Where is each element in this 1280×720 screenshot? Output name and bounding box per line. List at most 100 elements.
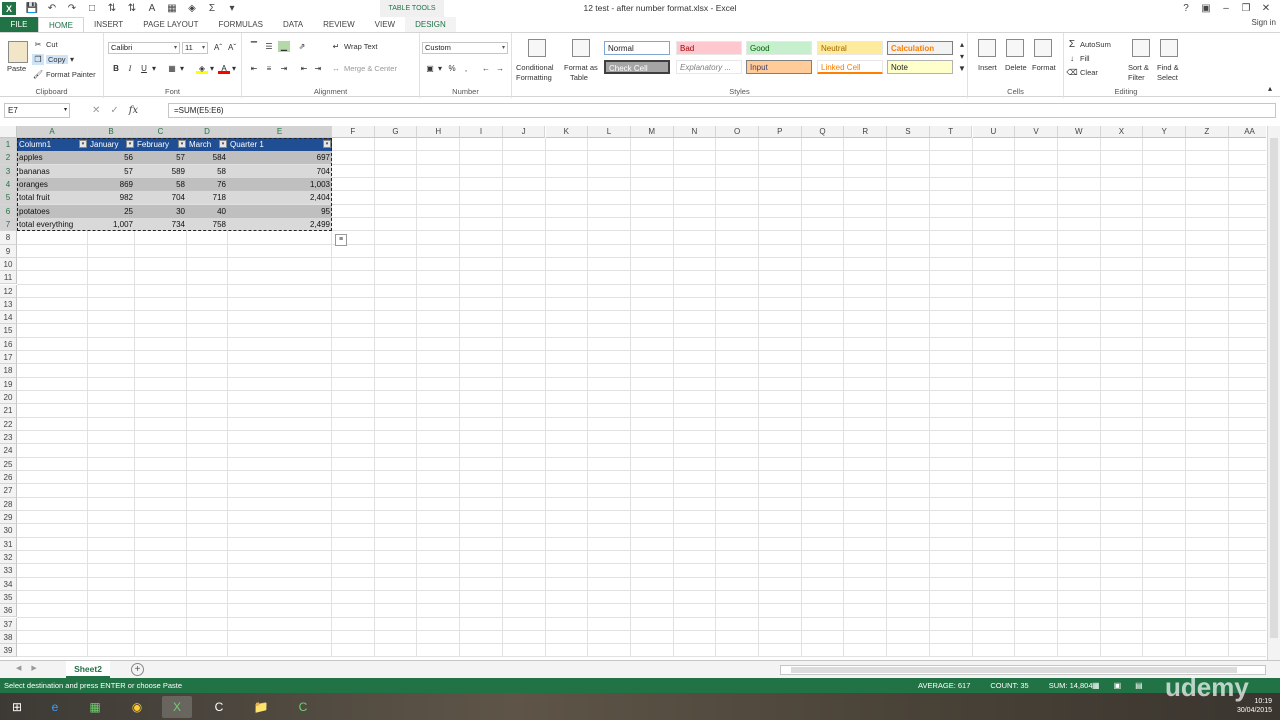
row-header[interactable]: 12 xyxy=(0,284,17,298)
column-header[interactable]: I xyxy=(460,126,503,138)
row-header[interactable]: 13 xyxy=(0,297,17,312)
row-header[interactable]: 36 xyxy=(0,604,17,618)
row-header[interactable]: 23 xyxy=(0,431,17,445)
row-header[interactable]: 32 xyxy=(0,550,17,565)
row-header[interactable]: 21 xyxy=(0,404,17,418)
copy-dropdown-icon[interactable]: ▾ xyxy=(66,54,78,65)
paste-button[interactable]: Paste xyxy=(7,64,26,73)
merge-center-icon[interactable]: ↔ xyxy=(330,63,342,74)
column-header[interactable]: U xyxy=(972,126,1016,138)
row-header[interactable]: 3 xyxy=(0,164,17,178)
style-neutral[interactable]: Neutral xyxy=(817,41,883,55)
style-linked-cell[interactable]: Linked Cell xyxy=(817,60,883,74)
name-box[interactable]: E7 ▾ xyxy=(4,103,70,118)
row-header[interactable]: 9 xyxy=(0,244,17,258)
sheet-tab-sheet2[interactable]: Sheet2 xyxy=(66,661,110,678)
column-header[interactable]: O xyxy=(716,126,759,138)
formula-input[interactable]: =SUM(E5:E6) xyxy=(168,103,1276,118)
column-header[interactable]: M xyxy=(630,126,674,138)
borders-icon[interactable]: ▦ xyxy=(164,2,180,16)
excel-logo-icon[interactable]: X xyxy=(2,2,16,15)
sort-filter-button[interactable]: Sort & xyxy=(1128,63,1149,72)
tab-file[interactable]: FILE xyxy=(0,17,38,32)
autosum-icon[interactable]: Σ xyxy=(204,2,220,16)
column-header[interactable]: T xyxy=(929,126,973,138)
autosum-button[interactable]: AutoSum xyxy=(1080,40,1111,49)
conditional-formatting-button-line2[interactable]: Formatting xyxy=(516,73,552,82)
sort-descending-icon[interactable]: ⇅ xyxy=(124,2,140,16)
conditional-formatting-button[interactable]: Conditional xyxy=(516,63,554,72)
column-header[interactable]: C xyxy=(135,126,187,138)
insert-cells-icon[interactable] xyxy=(978,39,996,57)
row-header[interactable]: 39 xyxy=(0,644,17,658)
column-header[interactable]: X xyxy=(1100,126,1144,138)
format-painter-button[interactable]: Format Painter xyxy=(46,70,96,79)
column-header[interactable]: Y xyxy=(1143,126,1186,138)
row-header[interactable]: 8 xyxy=(0,231,17,245)
ribbon-display-icon[interactable]: ▣ xyxy=(1196,3,1216,14)
font-size-dropdown[interactable]: 11 ▾ xyxy=(182,42,208,54)
row-header[interactable]: 35 xyxy=(0,590,17,605)
camtasia-icon[interactable]: C xyxy=(204,696,234,718)
row-header[interactable]: 6 xyxy=(0,204,17,218)
sort-filter-button-line2[interactable]: Filter xyxy=(1128,73,1145,82)
borders-dropdown-icon[interactable]: ▾ xyxy=(176,63,188,74)
column-header[interactable]: P xyxy=(759,126,802,138)
format-painter-icon[interactable]: 🖌 xyxy=(32,69,44,80)
wrap-text-icon[interactable]: ↵ xyxy=(330,41,342,52)
row-header[interactable]: 25 xyxy=(0,457,17,471)
format-as-table-button[interactable]: Format as xyxy=(564,63,598,72)
row-header[interactable]: 20 xyxy=(0,391,17,405)
align-center-icon[interactable]: ≡ xyxy=(263,63,275,74)
column-header[interactable]: H xyxy=(417,126,461,138)
row-header[interactable]: 22 xyxy=(0,417,17,432)
row-header[interactable]: 5 xyxy=(0,191,17,205)
select-all-corner[interactable] xyxy=(0,126,17,138)
fill-dropdown-icon[interactable]: ▾ xyxy=(206,63,218,74)
column-header[interactable]: Z xyxy=(1186,126,1229,138)
vertical-scroll-thumb[interactable] xyxy=(1270,138,1278,638)
find-select-button-line2[interactable]: Select xyxy=(1157,73,1178,82)
row-header[interactable]: 28 xyxy=(0,497,17,511)
tab-view[interactable]: VIEW xyxy=(365,17,405,32)
page-layout-view-icon[interactable]: ▣ xyxy=(1114,678,1122,693)
decrease-indent-icon[interactable]: ⇤ xyxy=(298,63,310,74)
redo-icon[interactable]: ↷ xyxy=(64,2,80,16)
align-bottom-icon[interactable]: ▁ xyxy=(278,41,290,52)
bold-button[interactable]: B xyxy=(110,63,122,74)
column-header[interactable]: W xyxy=(1057,126,1101,138)
align-right-icon[interactable]: ⇥ xyxy=(278,63,290,74)
column-header[interactable]: R xyxy=(844,126,888,138)
restore-icon[interactable]: ❐ xyxy=(1236,3,1256,14)
camtasia-recorder-icon[interactable]: C xyxy=(288,696,318,718)
column-header[interactable]: A xyxy=(17,126,88,138)
row-header[interactable]: 4 xyxy=(0,177,17,192)
excel-taskbar-icon[interactable]: X xyxy=(162,696,192,718)
decrease-decimal-icon[interactable]: → xyxy=(494,63,506,74)
new-file-icon[interactable]: □ xyxy=(84,2,100,16)
style-normal[interactable]: Normal xyxy=(604,41,670,55)
style-explanatory[interactable]: Explanatory ... xyxy=(676,60,742,74)
increase-font-icon[interactable]: Aˆ xyxy=(212,42,224,53)
column-header[interactable]: D xyxy=(187,126,228,138)
row-header[interactable]: 14 xyxy=(0,311,17,325)
column-header[interactable]: Q xyxy=(801,126,845,138)
format-as-table-icon[interactable] xyxy=(572,39,590,57)
currency-dropdown-icon[interactable]: ▾ xyxy=(434,63,446,74)
font-color-dropdown-icon[interactable]: ▾ xyxy=(228,63,240,74)
row-header[interactable]: 37 xyxy=(0,617,17,631)
tab-data[interactable]: DATA xyxy=(273,17,313,32)
internet-explorer-icon[interactable]: e xyxy=(40,696,70,718)
sheet-nav-arrows[interactable]: ◀▶ xyxy=(16,664,47,672)
row-header[interactable]: 17 xyxy=(0,351,17,365)
collapse-ribbon-icon[interactable]: ▴ xyxy=(1264,83,1276,94)
find-select-icon[interactable] xyxy=(1160,39,1178,57)
style-input[interactable]: Input xyxy=(746,60,812,74)
tab-formulas[interactable]: FORMULAS xyxy=(208,17,272,32)
row-header[interactable]: 19 xyxy=(0,377,17,392)
style-note[interactable]: Note xyxy=(887,60,953,74)
row-header[interactable]: 26 xyxy=(0,471,17,485)
align-left-icon[interactable]: ⇤ xyxy=(248,63,260,74)
column-header[interactable]: L xyxy=(588,126,631,138)
font-color-icon[interactable]: A xyxy=(144,2,160,16)
